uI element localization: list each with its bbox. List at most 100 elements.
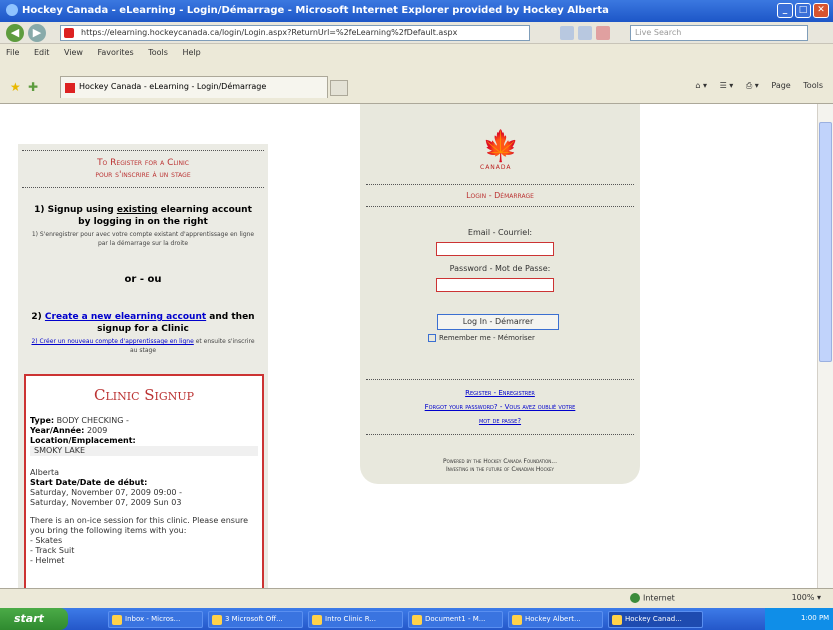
- date-line-1: Saturday, November 07, 2009 09:00 -: [30, 488, 182, 497]
- task-label: Hockey Canad...: [625, 615, 682, 623]
- year-value: 2009: [86, 426, 108, 435]
- word-icon: [412, 615, 422, 625]
- task-label: Hockey Albert...: [525, 615, 581, 623]
- type-value: BODY CHECKING -: [56, 416, 129, 425]
- ie-icon: [612, 615, 622, 625]
- favorites-star-icon[interactable]: ★: [10, 80, 21, 94]
- page-content: To Register for a Clinic pour s'inscrire…: [0, 104, 833, 588]
- tools-menu[interactable]: Tools: [803, 81, 823, 90]
- new-tab-button[interactable]: [330, 80, 348, 96]
- task-intro-clinic[interactable]: Intro Clinic R...: [308, 611, 403, 628]
- item-helmet: - Helmet: [30, 556, 65, 565]
- tab-hockey-canada[interactable]: Hockey Canada - eLearning - Login/Démarr…: [60, 76, 328, 98]
- address-bar[interactable]: https://elearning.hockeycanada.ca/login/…: [60, 25, 530, 41]
- office-icon: [212, 615, 222, 625]
- register-link[interactable]: Register - Enregistrer: [465, 389, 535, 397]
- login-header: Login - Démarrage: [366, 184, 634, 207]
- date-label: Start Date/Date de début:: [30, 478, 148, 487]
- menu-help[interactable]: Help: [182, 48, 200, 57]
- menu-tools[interactable]: Tools: [148, 48, 168, 57]
- remember-label: Remember me - Mémoriser: [439, 334, 535, 342]
- step1-prefix: 1) Signup using: [34, 205, 117, 215]
- clinic-signup-box: Clinic Signup Type: BODY CHECKING - Year…: [24, 374, 264, 588]
- forgot-password-link-2[interactable]: mot de passe?: [479, 417, 521, 425]
- password-field[interactable]: [436, 278, 554, 292]
- refresh-icon[interactable]: [578, 26, 592, 40]
- home-icon[interactable]: ⌂ ▾: [695, 81, 707, 90]
- zoom-level[interactable]: 100% ▾: [792, 593, 821, 602]
- scrollbar-thumb[interactable]: [819, 122, 832, 362]
- step-two: 2) Create a new elearning account and th…: [18, 311, 268, 355]
- task-label: Inbox - Micros...: [125, 615, 181, 623]
- internet-zone: Internet: [630, 593, 675, 603]
- register-header: To Register for a Clinic pour s'inscrire…: [22, 150, 264, 188]
- address-url: https://elearning.hockeycanada.ca/login/…: [81, 28, 458, 37]
- task-hockey-alberta[interactable]: Hockey Albert...: [508, 611, 603, 628]
- back-icon[interactable]: ◀: [6, 24, 24, 42]
- search-input[interactable]: Live Search: [630, 25, 808, 41]
- menu-view[interactable]: View: [64, 48, 83, 57]
- date-line-2: Saturday, November 07, 2009 Sun 03: [30, 498, 182, 507]
- maple-leaf-icon: 🍁: [482, 129, 520, 164]
- site-favicon: [64, 28, 74, 38]
- clock: 1:00 PM: [801, 614, 830, 622]
- outlook-icon: [112, 615, 122, 625]
- tab-title: Hockey Canada - eLearning - Login/Démarr…: [79, 82, 267, 91]
- vertical-scrollbar[interactable]: [817, 104, 833, 588]
- stop-icon[interactable]: [596, 26, 610, 40]
- menu-favorites[interactable]: Favorites: [98, 48, 134, 57]
- page-menu[interactable]: Page: [771, 81, 790, 90]
- menu-bar: File Edit View Favorites Tools Help: [0, 44, 833, 64]
- tab-bar: ★ ✚ Hockey Canada - eLearning - Login/Dé…: [0, 64, 833, 104]
- hockey-canada-logo: 🍁 CANADA: [470, 132, 530, 178]
- step2-prefix: 2): [31, 312, 45, 322]
- document-icon: [312, 615, 322, 625]
- menu-edit[interactable]: Edit: [34, 48, 50, 57]
- email-field[interactable]: [436, 242, 554, 256]
- step1-subtext: 1) S'enregistrer pour avec votre compte …: [31, 231, 255, 247]
- login-button[interactable]: Log In - Démarrer: [437, 314, 559, 330]
- window-title: Hockey Canada - eLearning - Login/Démarr…: [22, 5, 609, 16]
- remember-me[interactable]: Remember me - Mémoriser: [428, 334, 535, 342]
- system-tray: 1:00 PM: [765, 608, 833, 630]
- remember-checkbox[interactable]: [428, 334, 436, 342]
- create-account-link[interactable]: Create a new elearning account: [45, 312, 206, 322]
- tab-favicon: [65, 83, 75, 93]
- clinic-signup-title: Clinic Signup: [94, 386, 194, 404]
- task-inbox[interactable]: Inbox - Micros...: [108, 611, 203, 628]
- clinic-note: There is an on-ice session for this clin…: [30, 516, 249, 535]
- feeds-icon[interactable]: ☰ ▾: [720, 81, 734, 90]
- powered-line-2: Investing in the future of Canadian Hock…: [446, 466, 554, 473]
- email-label: Email - Courriel:: [467, 228, 533, 237]
- create-account-link-fr[interactable]: 2) Créer un nouveau compte d'apprentissa…: [31, 338, 193, 345]
- logo-text: CANADA: [480, 164, 512, 171]
- forward-icon[interactable]: ▶: [28, 24, 46, 42]
- close-button[interactable]: ✕: [813, 3, 829, 18]
- lock-icon[interactable]: [560, 26, 574, 40]
- window-titlebar: Hockey Canada - eLearning - Login/Démarr…: [0, 0, 833, 22]
- register-title-fr: pour s'inscrire à un stage: [95, 170, 191, 180]
- password-label: Password - Mot de Passe:: [449, 264, 551, 273]
- province-value: Alberta: [30, 468, 60, 477]
- task-hockey-canada[interactable]: Hockey Canad...: [608, 611, 703, 628]
- print-icon[interactable]: ⎙ ▾: [746, 81, 759, 90]
- menu-file[interactable]: File: [6, 48, 19, 57]
- type-label: Type:: [30, 416, 55, 425]
- forgot-password-link[interactable]: Forgot your password? - Vous avez oublié…: [425, 403, 576, 411]
- minimize-button[interactable]: _: [777, 3, 793, 18]
- task-office[interactable]: 3 Microsoft Off...: [208, 611, 303, 628]
- zone-label: Internet: [643, 593, 675, 603]
- location-label: Location/Emplacement:: [30, 436, 136, 445]
- login-panel: 🍁 CANADA Login - Démarrage Email - Courr…: [360, 104, 640, 484]
- add-favorites-icon[interactable]: ✚: [28, 80, 38, 94]
- start-button[interactable]: start: [0, 608, 68, 630]
- zoom-value: 100%: [791, 593, 815, 602]
- item-track-suit: - Track Suit: [30, 546, 75, 555]
- globe-icon: [630, 593, 640, 603]
- item-skates: - Skates: [30, 536, 63, 545]
- start-label: start: [14, 612, 44, 625]
- powered-line-1: Powered by the Hockey Canada Foundation.…: [442, 458, 557, 465]
- task-document1[interactable]: Document1 - M...: [408, 611, 503, 628]
- maximize-button[interactable]: □: [795, 3, 811, 18]
- task-label: 3 Microsoft Off...: [225, 615, 283, 623]
